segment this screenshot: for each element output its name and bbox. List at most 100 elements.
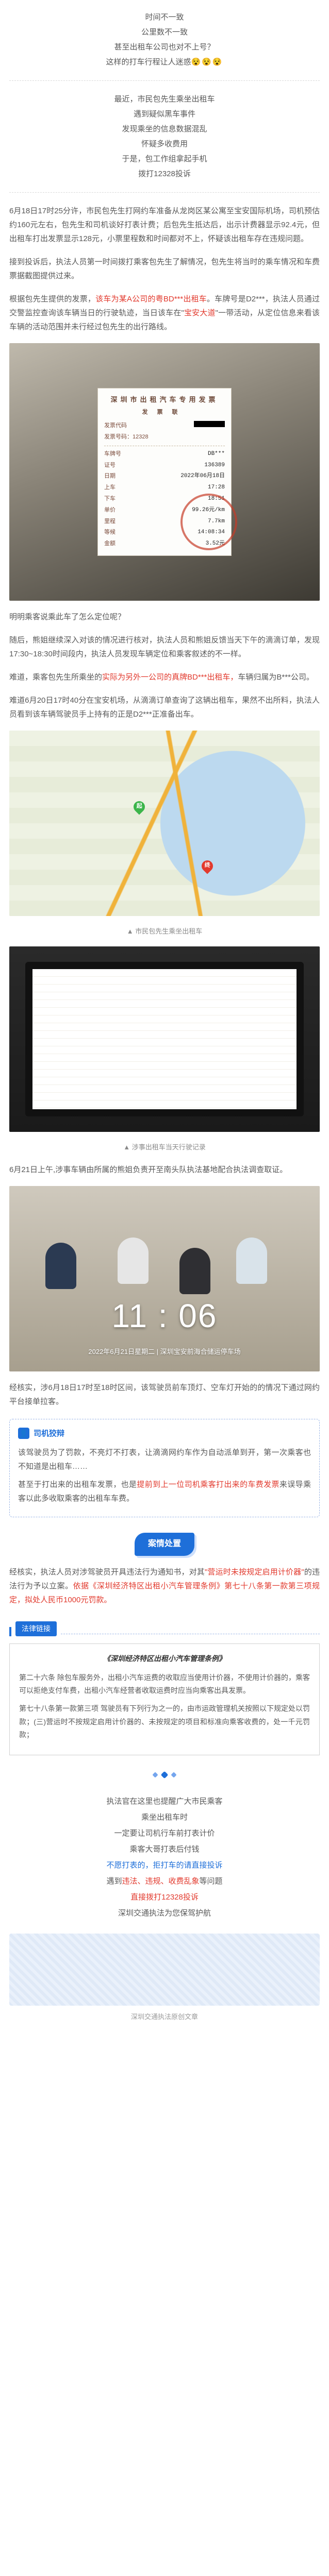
para-8: 经核实，涉6月18日17时至18时区间，该驾驶员前车顶灯、空车灯开始的的情况下通… [9, 1381, 320, 1409]
receipt-num-lbl: 发票号码：12328 [104, 432, 149, 443]
receipt-price-lbl: 单价 [104, 505, 116, 516]
para-3a: 根据包先生提供的发票， [9, 295, 95, 303]
outro-l7: 直接拨打12328投诉 [9, 1890, 320, 1904]
para-6-early: 难道6月20日17时40分在宝安机场，从滴滴订单查询了这辆出租车，果然不出所料，… [9, 693, 320, 721]
para-5: 随后，熊姐继续深入对该的情况进行核对，执法人员和熊姐反馈当天下午的滴滴订单，发现… [9, 633, 320, 661]
para-9: 经核实，执法人员对涉驾驶员开具违法行为通知书，对其"营运时未按规定启用计价器"的… [9, 1565, 320, 1607]
laptop-caption: ▲ 涉事出租车当天行驶记录 [9, 1141, 320, 1153]
complaint-l5: 于是，包工作组拿起手机 [9, 152, 320, 166]
para-1: 6月18日17时25分许，市民包先生打网约车准备从龙岗区某公寓至宝安国际机场，司… [9, 204, 320, 246]
laptop-photo [9, 946, 320, 1132]
law-bar-icon [9, 1627, 11, 1636]
person-silhouette [118, 1238, 149, 1284]
map-image: 起 终 [9, 731, 320, 916]
complaint-l2: 遇到疑似黑车事件 [9, 107, 320, 121]
intro-l2: 公里数不一致 [9, 25, 320, 39]
person-icon: 👤 [18, 1428, 29, 1439]
map-caption: ▲ 市民包先生乘坐出租车 [9, 925, 320, 937]
outro-block: 执法官在这里也提醒广大市民乘客 乘坐出租车时 一定要让司机行车前打表计价 乘客大… [9, 1794, 320, 1920]
receipt-km-lbl: 里程 [104, 517, 116, 527]
outro-l3: 一定要让司机行车前打表计价 [9, 1826, 320, 1840]
intro-l3: 甚至出租车公司也对不上号？ [9, 40, 320, 54]
receipt-off-lbl: 下车 [104, 494, 116, 504]
para-3-highlight2: 宝安大道 [184, 309, 216, 317]
law-title: 《深圳经济特区出租小汽车管理条例》 [19, 1652, 310, 1665]
diamond-icon [152, 1772, 158, 1777]
receipt-wait-lbl: 等候 [104, 528, 116, 538]
receipt-cert: 136389 [204, 461, 225, 471]
redaction [194, 421, 225, 427]
law-p1: 第二十六条 除包车服务外，出租小汽车运费的收取应当使用计价器，不使用计价器的，乘… [19, 1671, 310, 1697]
outro-l6b: 违法、违规、收费乱象 [122, 1877, 199, 1886]
outro-l2: 乘坐出租车时 [9, 1810, 320, 1824]
intro-lines: 时间不一致 公里数不一致 甚至出租车公司也对不上号？ 这样的打车行程让人迷惑😵😵… [9, 10, 320, 69]
receipt-amt-lbl: 金额 [104, 539, 116, 549]
footer-banner-image [9, 1934, 320, 2006]
complaint-block: 最近，市民包先生乘坐出租车 遇到疑似黑车事件 发现乘坐的信息数据混乱 怀疑多收费… [9, 92, 320, 181]
para-3-highlight: 该车为某A公司的粤BD***出租车 [95, 295, 207, 303]
diamond-divider [9, 1773, 320, 1777]
complaint-l3: 发现乘坐的信息数据混乱 [9, 122, 320, 136]
para-4: 明明乘客说乘此车了怎么定位呢？ [9, 610, 320, 624]
map-pin-end: 终 [200, 858, 216, 874]
outro-l1: 执法官在这里也提醒广大市民乘客 [9, 1794, 320, 1808]
para-5b-wrap: 难道，乘客包先生所乘坐的实际为另外一公司的真牌BD***出租车，车辆归属为B**… [9, 670, 320, 684]
outro-l6: 遇到 [106, 1877, 122, 1886]
clock-overlay: 11 : 06 [112, 1286, 218, 1346]
callout-p1: 该驾驶员为了罚款，不亮灯不打表，让滴滴网约车作为自动派单到开，第一次乘客也不知道… [18, 1446, 311, 1473]
laptop-screen [25, 962, 304, 1116]
intro-l4: 这样的打车行程让人迷惑 [106, 58, 191, 66]
para-5a: 随后，熊姐继续深入对该的情况进行核对，执法人员和熊姐反馈当天下午的滴滴订单，发现… [9, 636, 320, 658]
complaint-l6: 拨打12328投诉 [9, 167, 320, 181]
law-tag-text: 法律链接 [15, 1621, 57, 1636]
receipt-photo: 深圳市出租汽车专用发票 发票联 发票代码 发票号码：12328 车牌号 DB***… [9, 343, 320, 601]
para-3: 根据包先生提供的发票，该车为某A公司的粤BD***出租车。车牌号是D2***，执… [9, 292, 320, 334]
callout-p2a: 甚至于打出来的出租车发票，也是 [18, 1480, 137, 1489]
complaint-l4: 怀疑多收费用 [9, 137, 320, 151]
person-silhouette [45, 1243, 76, 1289]
callout-p2: 甚至于打出来的出租车发票，也是提前到上一位司机乘客打出来的车费发票来误导乘客以此… [18, 1478, 311, 1505]
intro-l1: 时间不一致 [9, 10, 320, 24]
section-pill-text: 案情处置 [135, 1533, 194, 1556]
dizzy-emoji: 😵😵😵 [191, 58, 223, 66]
diamond-icon [171, 1772, 176, 1777]
para-5b: 难道，乘客包先生所乘坐的 [9, 673, 102, 682]
para-2: 接到投诉后，执法人员第一时间拨打乘客包先生了解情况，包先生将当时的乘车情况和车费… [9, 255, 320, 283]
callout-label-text: 司机狡辩 [34, 1427, 64, 1440]
para-5-highlight: 实际为另外一公司的真牌BD***出租车， [102, 673, 238, 682]
outro-l6c: 等问题 [200, 1877, 223, 1886]
section-pill: 案情处置 [9, 1533, 320, 1556]
law-excerpt-box: 《深圳经济特区出租小汽车管理条例》 第二十六条 除包车服务外，出租小汽车运费的收… [9, 1643, 320, 1755]
footer-caption: 深圳交通执法原创文章 [9, 2011, 320, 2023]
receipt-date-lbl: 日期 [104, 471, 116, 482]
clock-date: 2022年6月21日星期二 | 深圳宝安前海合储运停车场 [88, 1346, 240, 1358]
receipt-sub: 发票联 [104, 408, 225, 418]
para-9a: 经核实，执法人员对涉驾驶员开具违法行为通知书，对其 [9, 1568, 205, 1577]
receipt-on-lbl: 上车 [104, 483, 116, 493]
callout-p2-highlight: 提前到上一位司机乘客打出来的车费发票 [137, 1480, 279, 1489]
meeting-photo: 11 : 06 2022年6月21日星期二 | 深圳宝安前海合储运停车场 [9, 1186, 320, 1371]
divider [9, 192, 320, 193]
receipt-cert-lbl: 证号 [104, 461, 116, 471]
para-5d: 车辆归属为B***公司。 [238, 673, 314, 682]
receipt-code-lbl: 发票代码 [104, 421, 127, 431]
map-pin-start: 起 [131, 799, 147, 815]
divider [9, 80, 320, 81]
law-link-tag: 法律链接 [9, 1621, 320, 1636]
receipt-on: 17:28 [208, 483, 225, 493]
outro-l5a: 不愿打表的， [106, 1861, 153, 1870]
outro-l4: 乘客大哥打表后付钱 [9, 1842, 320, 1856]
outro-l5b: 拒打车的请直接投诉 [153, 1861, 223, 1870]
outro-l8: 深圳交通执法为您保驾护航 [9, 1906, 320, 1920]
taxi-receipt: 深圳市出租汽车专用发票 发票联 发票代码 发票号码：12328 车牌号 DB***… [97, 388, 232, 556]
receipt-title: 深圳市出租汽车专用发票 [104, 394, 225, 405]
diamond-icon [161, 1771, 169, 1779]
driver-excuse-callout: 👤 司机狡辩 该驾驶员为了罚款，不亮灯不打表，让滴滴网约车作为自动派单到开，第一… [9, 1419, 320, 1517]
receipt-plate: DB*** [208, 449, 225, 460]
law-p2: 第七十八条第一款第三项 驾驶员有下列行为之一的，由市运政管理机关按照以下规定处以… [19, 1702, 310, 1741]
para-7: 6月21日上午,涉事车辆由所属的熊姐负责开至南头队执法基地配合执法调查取证。 [9, 1163, 320, 1177]
person-silhouette [236, 1238, 267, 1284]
receipt-plate-lbl: 车牌号 [104, 449, 121, 460]
complaint-l1: 最近，市民包先生乘坐出租车 [9, 92, 320, 106]
receipt-date: 2022年06月18日 [180, 471, 225, 482]
